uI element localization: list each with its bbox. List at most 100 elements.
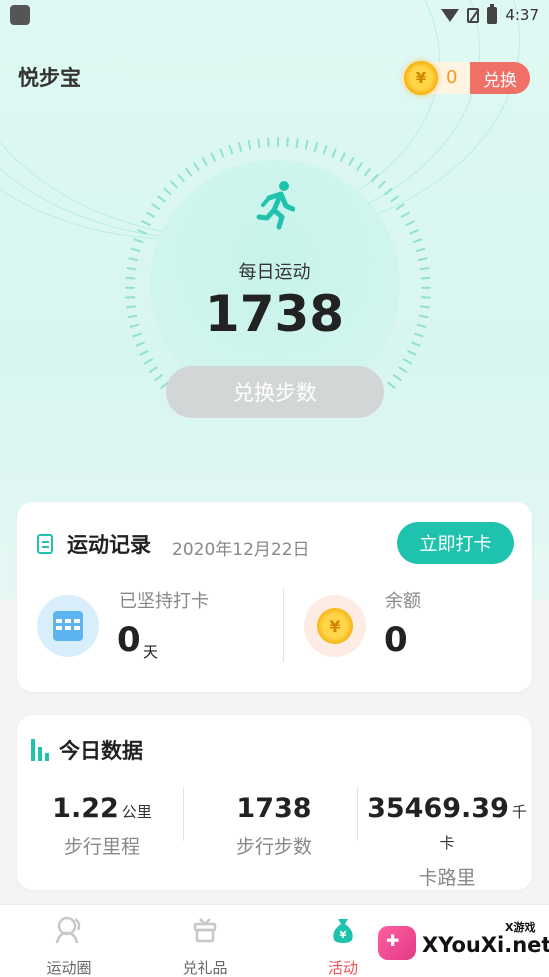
gamepad-icon	[378, 926, 416, 960]
ring-tick	[157, 195, 166, 203]
distance-value: 1.22	[52, 793, 119, 824]
ring-tick	[143, 358, 153, 365]
calories-label: 卡路里	[418, 867, 476, 889]
ring-tick	[170, 180, 178, 189]
distance-stat: 1.22 公里 步行里程	[17, 793, 187, 859]
exchange-steps-button[interactable]: 兑换步数	[166, 366, 384, 418]
ring-tick	[185, 167, 193, 177]
ring-tick	[407, 350, 417, 356]
ring-tick	[412, 238, 423, 244]
coin-icon: ¥	[404, 61, 438, 95]
ring-tick	[371, 174, 379, 183]
ring-tick	[267, 137, 270, 148]
tab-label: 兑礼品	[182, 959, 228, 977]
checkin-button[interactable]: 立即打卡	[397, 522, 514, 564]
status-bar: 4:37	[0, 0, 549, 30]
no-sim-icon	[467, 7, 480, 23]
ring-tick	[139, 350, 149, 356]
tab-label: 运动圈	[46, 959, 92, 977]
ring-tick	[247, 139, 252, 150]
ring-tick	[398, 366, 408, 373]
ring-tick	[154, 374, 163, 381]
ring-tick	[133, 238, 144, 244]
ring-tick	[395, 203, 405, 210]
document-icon	[37, 534, 53, 554]
streak-value: 0	[117, 620, 141, 660]
ring-tick	[387, 381, 396, 389]
ring-tick	[228, 144, 234, 155]
ring-tick	[340, 152, 346, 162]
wifi-icon	[441, 8, 460, 22]
ring-tick	[400, 211, 410, 218]
daily-steps-value: 1738	[204, 285, 345, 343]
distance-label: 步行里程	[63, 836, 140, 858]
balance-label: 余额	[385, 591, 421, 612]
ring-tick	[177, 174, 185, 183]
ring-tick	[378, 180, 386, 189]
coin-count: 0	[446, 67, 458, 88]
ring-tick	[384, 187, 393, 196]
ring-tick	[135, 341, 145, 347]
ring-tick	[238, 142, 243, 152]
ring-tick	[393, 374, 402, 381]
ring-tick	[257, 138, 261, 149]
app-title: 悦步宝	[18, 66, 81, 90]
streak-label: 已坚持打卡	[119, 591, 209, 612]
money-bag-icon: ¥	[333, 919, 353, 943]
exercise-record-card: 运动记录 2020年12月22日 立即打卡 已坚持打卡 0 天 ¥ 余额 0	[17, 502, 532, 692]
balance-value: 0	[384, 620, 408, 660]
ring-tick	[130, 247, 141, 252]
calories-stat: 35469.39 千卡 卡路里	[362, 793, 532, 890]
ring-tick	[201, 156, 208, 166]
ring-tick	[390, 195, 399, 203]
today-data-card: 今日数据 1.22 公里 步行里程 1738 步行步数 35469.39 千卡 卡路…	[17, 715, 532, 890]
ring-tick	[415, 247, 426, 252]
calendar-icon	[37, 595, 99, 657]
ring-tick	[210, 152, 216, 162]
running-icon	[256, 181, 295, 230]
ring-tick	[286, 137, 289, 148]
ring-tick	[403, 358, 413, 365]
ring-tick	[409, 229, 419, 235]
exchange-button[interactable]: 兑换	[470, 62, 530, 94]
steps-value: 1738	[236, 793, 312, 824]
status-time: 4:37	[505, 6, 539, 24]
battery-icon	[487, 3, 498, 24]
ring-tick	[322, 144, 328, 155]
ring-tick	[331, 148, 337, 158]
distance-unit: 公里	[121, 803, 152, 821]
ring-tick	[295, 138, 299, 149]
today-title: 今日数据	[59, 739, 143, 763]
steps-stat: 1738 步行步数	[189, 793, 359, 859]
ring-tick	[151, 203, 161, 210]
notification-icon	[10, 5, 30, 25]
site-watermark: X游戏 XYouXi.net	[378, 916, 549, 972]
people-icon	[55, 916, 81, 944]
ring-tick	[219, 148, 225, 158]
coin-balance-pill: ¥ 0 兑换	[402, 61, 530, 95]
gift-icon	[193, 918, 217, 943]
record-date: 2020年12月22日	[172, 540, 310, 560]
bar-chart-icon	[31, 739, 49, 761]
watermark-text: XYouXi.net	[422, 933, 549, 957]
divider	[183, 787, 184, 841]
ring-tick	[141, 220, 151, 226]
divider	[357, 787, 358, 841]
ring-tick	[411, 341, 421, 347]
balance-coin-icon: ¥	[304, 595, 366, 657]
ring-tick	[146, 211, 156, 218]
calories-value: 35469.39	[367, 793, 509, 824]
ring-tick	[313, 142, 318, 152]
ring-tick	[163, 187, 172, 196]
tab-gifts[interactable]: 兑礼品	[150, 915, 260, 977]
ring-tick	[405, 220, 415, 226]
ring-tick	[304, 139, 309, 150]
ring-tick	[363, 167, 371, 177]
daily-steps-label: 每日运动	[238, 262, 311, 283]
ring-tick	[348, 156, 355, 166]
divider	[283, 588, 284, 662]
steps-label: 步行步数	[235, 836, 312, 858]
streak-unit: 天	[143, 643, 159, 661]
tab-sports-circle[interactable]: 运动圈	[14, 915, 124, 977]
svg-text:¥: ¥	[340, 930, 347, 941]
